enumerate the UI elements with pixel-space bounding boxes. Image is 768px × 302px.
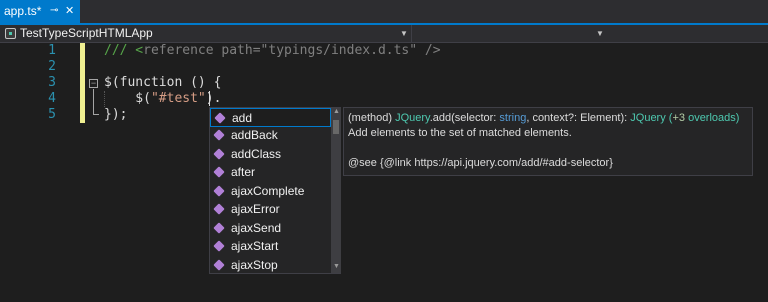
completion-item[interactable]: ajaxComplete xyxy=(210,182,331,201)
sig-param-type: string xyxy=(499,112,527,124)
line-number: 4 xyxy=(48,91,56,106)
code-text: $( xyxy=(104,91,151,106)
member-dropdown[interactable]: ▼ xyxy=(413,25,768,42)
method-icon xyxy=(214,112,226,124)
comment-text: /// < xyxy=(104,43,144,58)
text-caret xyxy=(209,91,210,106)
completion-item[interactable]: addClass xyxy=(210,145,331,164)
code-line-5: }); xyxy=(104,107,128,122)
description-text: Add elements to the set of matched eleme… xyxy=(348,127,572,139)
completion-label: addBack xyxy=(231,128,278,142)
completion-scrollbar[interactable]: ▲ ▼ xyxy=(331,108,341,273)
project-dropdown[interactable]: TestTypeScriptHTMLApp ▼ xyxy=(0,25,412,42)
change-indicator xyxy=(80,107,85,123)
line-number: 1 xyxy=(48,43,56,58)
sig-overload-text: overloads) xyxy=(685,112,740,124)
completion-label: ajaxComplete xyxy=(231,184,305,198)
completion-item[interactable]: after xyxy=(210,163,331,182)
signature-line: (method) JQuery.add(selector: string, co… xyxy=(348,111,739,126)
scroll-up-icon[interactable]: ▲ xyxy=(333,108,340,115)
change-indicator xyxy=(80,75,85,91)
change-indicator xyxy=(80,43,85,59)
completion-list[interactable]: add addBack addClass after ajaxComplete … xyxy=(209,107,341,274)
string-literal: "#test" xyxy=(150,91,206,106)
outline-guide-end xyxy=(93,114,99,115)
line-number: 2 xyxy=(48,59,56,74)
code-line-4: $("#test"). xyxy=(104,91,221,107)
completion-label: after xyxy=(231,165,256,179)
method-icon xyxy=(213,240,225,252)
quick-info-tooltip: (method) JQuery.add(selector: string, co… xyxy=(343,107,753,176)
completion-label: ajaxSend xyxy=(231,221,282,235)
method-icon xyxy=(213,185,225,197)
method-icon xyxy=(213,259,225,271)
close-icon[interactable]: ✕ xyxy=(65,0,74,22)
line-number: 3 xyxy=(48,75,56,90)
sig-overload-count: +3 xyxy=(672,112,686,124)
completion-item-add[interactable]: add xyxy=(210,108,331,127)
change-indicator xyxy=(80,91,85,107)
reference-text: reference path="typings/index.d.ts" /> xyxy=(143,43,441,58)
scrollbar-thumb[interactable] xyxy=(333,120,339,134)
method-icon xyxy=(213,129,225,141)
completion-item[interactable]: ajaxStart xyxy=(210,237,331,256)
method-icon xyxy=(213,166,225,178)
change-indicator xyxy=(80,59,85,75)
tab-title: app.ts* xyxy=(4,4,42,18)
chevron-down-icon: ▼ xyxy=(400,29,408,38)
sig-return-type: JQuery xyxy=(630,112,666,124)
outline-guide xyxy=(93,89,94,115)
collapse-icon[interactable]: − xyxy=(89,79,98,88)
line-number: 5 xyxy=(48,107,56,122)
method-icon xyxy=(213,148,225,160)
completion-item[interactable]: ajaxSend xyxy=(210,219,331,238)
project-icon xyxy=(5,28,16,39)
completion-item[interactable]: ajaxError xyxy=(210,200,331,219)
see-link-text: @see {@link https://api.jquery.com/add/#… xyxy=(348,157,613,169)
method-icon xyxy=(213,222,225,234)
method-icon xyxy=(213,203,225,215)
sig-owner: JQuery xyxy=(395,112,430,124)
completion-label: ajaxStart xyxy=(231,239,279,253)
sig-name: .add(selector: xyxy=(429,112,500,124)
code-line-1: /// <reference path="typings/index.d.ts"… xyxy=(104,43,441,59)
scroll-down-icon[interactable]: ▼ xyxy=(333,263,340,270)
completion-label: addClass xyxy=(231,147,282,161)
completion-item[interactable]: ajaxStop xyxy=(210,256,331,275)
code-line-3: $(function () { xyxy=(104,75,222,90)
project-name: TestTypeScriptHTMLApp xyxy=(20,26,153,40)
tab-app-ts[interactable]: app.ts* ⊸ ✕ xyxy=(0,0,80,23)
completion-label: ajaxError xyxy=(231,202,280,216)
chevron-down-icon: ▼ xyxy=(596,29,604,38)
sig-kind: (method) xyxy=(348,112,396,124)
completion-label: ajaxStop xyxy=(231,258,278,272)
navigation-bar: TestTypeScriptHTMLApp ▼ ▼ xyxy=(0,25,768,43)
pin-icon[interactable]: ⊸ xyxy=(50,0,58,22)
completion-item[interactable]: addBack xyxy=(210,126,331,145)
sig-params: , context?: Element): xyxy=(526,112,631,124)
document-tab-strip: app.ts* ⊸ ✕ xyxy=(0,0,768,23)
completion-label: add xyxy=(232,111,253,125)
